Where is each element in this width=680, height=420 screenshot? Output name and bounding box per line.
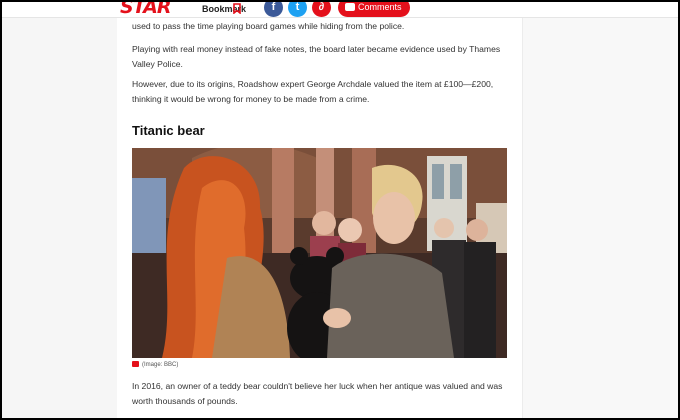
photo-illustration (132, 148, 507, 358)
caption-text: (Image: BBC) (142, 362, 179, 368)
link-share-button[interactable]: ∂ (312, 2, 331, 17)
image-caption: (Image: BBC) (132, 361, 178, 368)
camera-icon (132, 361, 139, 367)
browser-frame: used to pass the time playing board game… (0, 0, 680, 420)
bookmark-icon[interactable] (233, 3, 241, 14)
article-photo[interactable] (132, 148, 507, 358)
comments-button[interactable]: Comments (338, 2, 410, 17)
comments-label: Comments (358, 2, 402, 12)
article-paragraph: used to pass the time playing board game… (132, 21, 405, 31)
article-body: used to pass the time playing board game… (117, 2, 522, 418)
comment-bubble-icon (345, 3, 355, 11)
twitter-share-button[interactable]: t (288, 2, 307, 17)
section-heading: Titanic bear (132, 123, 205, 138)
article-paragraph: In 2016, an owner of a teddy bear couldn… (132, 381, 503, 406)
article-paragraph: However, due to its origins, Roadshow ex… (132, 79, 494, 104)
right-column (522, 2, 678, 418)
site-logo[interactable]: STAR (120, 2, 172, 18)
article-paragraph: Playing with real money instead of fake … (132, 44, 501, 69)
facebook-share-button[interactable]: f (264, 2, 283, 17)
top-navigation-bar: STAR Bookmark f t ∂ Comments (2, 2, 678, 18)
